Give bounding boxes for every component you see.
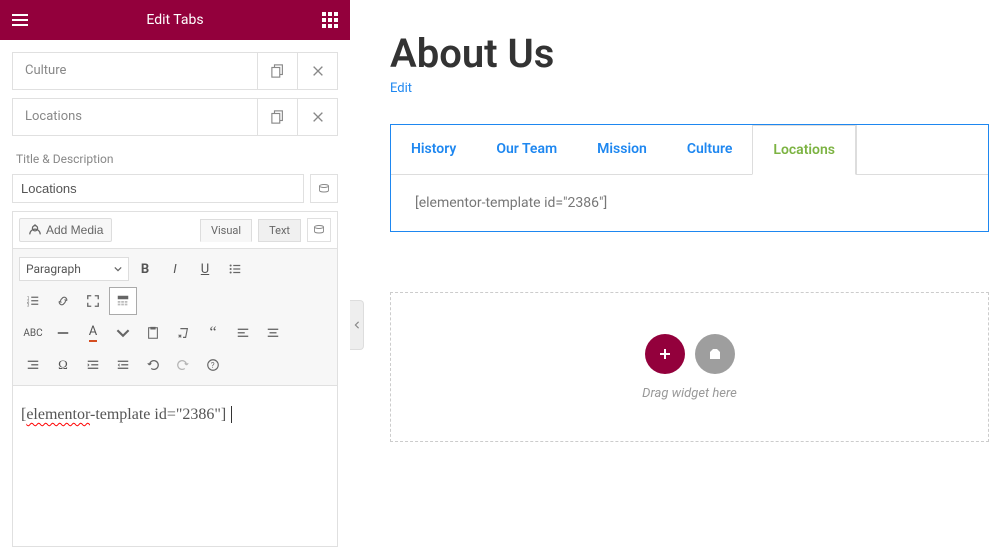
tab-item-locations[interactable]: Locations: [12, 98, 338, 136]
tab-item-label: Locations: [13, 99, 257, 135]
page-title: About Us: [390, 30, 989, 77]
format-select[interactable]: Paragraph: [19, 257, 129, 281]
add-media-label: Add Media: [46, 223, 103, 237]
bullet-list-icon[interactable]: [221, 255, 249, 283]
link-icon[interactable]: [49, 287, 77, 315]
undo-icon[interactable]: [139, 351, 167, 379]
preview-area: About Us Edit History Our Team Mission C…: [350, 0, 989, 556]
toolbar-toggle-icon[interactable]: [109, 287, 137, 315]
tab-locations[interactable]: Locations: [752, 125, 856, 175]
editor-content-area[interactable]: [elementor-template id="2386"]: [13, 386, 337, 546]
redo-icon[interactable]: [169, 351, 197, 379]
editor-toolbar: Paragraph B I U 123: [13, 249, 337, 386]
shortcode-text: [elementor-template id="2386"]: [21, 406, 232, 423]
title-input-row: [12, 174, 338, 203]
text-color-dropdown-icon[interactable]: [109, 319, 137, 347]
dynamic-tags-icon[interactable]: [307, 218, 331, 242]
italic-icon[interactable]: I: [161, 255, 189, 283]
dropzone-label: Drag widget here: [642, 386, 737, 401]
menu-icon[interactable]: [12, 12, 28, 28]
tab-history[interactable]: History: [391, 125, 476, 174]
svg-text:?: ?: [211, 361, 215, 370]
edit-link[interactable]: Edit: [390, 81, 412, 96]
blockquote-icon[interactable]: “: [199, 319, 227, 347]
special-char-icon[interactable]: Ω: [49, 351, 77, 379]
panel-header: Edit Tabs: [0, 0, 350, 40]
tab-item-culture[interactable]: Culture: [12, 52, 338, 90]
tab-item-label: Culture: [13, 53, 257, 89]
visual-tab[interactable]: Visual: [200, 219, 252, 242]
help-icon[interactable]: ?: [199, 351, 227, 379]
tabs-widget: History Our Team Mission Culture Locatio…: [390, 124, 989, 232]
bold-icon[interactable]: B: [131, 255, 159, 283]
close-icon[interactable]: [297, 53, 337, 89]
indent-icon[interactable]: [109, 351, 137, 379]
tab-empty: [856, 125, 988, 174]
dropzone-actions: [645, 334, 735, 374]
editor-panel: Edit Tabs Culture Locations Title & Desc…: [0, 0, 350, 556]
apps-icon[interactable]: [322, 12, 338, 28]
strikethrough-icon[interactable]: ABC: [19, 319, 47, 347]
tab-culture[interactable]: Culture: [667, 125, 753, 174]
align-center-icon[interactable]: [259, 319, 287, 347]
widget-dropzone[interactable]: Drag widget here: [390, 292, 989, 442]
editor-top-bar: Add Media Visual Text: [13, 212, 337, 249]
clear-formatting-icon[interactable]: [169, 319, 197, 347]
add-template-button[interactable]: [695, 334, 735, 374]
tabs-content: [elementor-template id="2386"]: [391, 175, 988, 231]
paste-text-icon[interactable]: [139, 319, 167, 347]
horizontal-rule-icon[interactable]: [49, 319, 77, 347]
section-label: Title & Description: [12, 144, 338, 174]
outdent-icon[interactable]: [79, 351, 107, 379]
duplicate-icon[interactable]: [257, 99, 297, 135]
tab-our-team[interactable]: Our Team: [476, 125, 577, 174]
format-select-label: Paragraph: [26, 262, 81, 276]
wysiwyg-editor: Add Media Visual Text Paragraph B I: [12, 211, 338, 547]
title-input[interactable]: [12, 174, 304, 203]
duplicate-icon[interactable]: [257, 53, 297, 89]
tabs-nav: History Our Team Mission Culture Locatio…: [391, 125, 988, 175]
text-color-icon[interactable]: A: [79, 319, 107, 347]
dynamic-tags-icon[interactable]: [310, 174, 338, 203]
close-icon[interactable]: [297, 99, 337, 135]
panel-title: Edit Tabs: [28, 12, 322, 28]
text-tab[interactable]: Text: [258, 219, 301, 242]
underline-icon[interactable]: U: [191, 255, 219, 283]
align-right-icon[interactable]: [19, 351, 47, 379]
fullscreen-icon[interactable]: [79, 287, 107, 315]
align-left-icon[interactable]: [229, 319, 257, 347]
panel-body: Culture Locations Title & Description: [0, 40, 350, 556]
tab-mission[interactable]: Mission: [577, 125, 667, 174]
add-section-button[interactable]: [645, 334, 685, 374]
numbered-list-icon[interactable]: 123: [19, 287, 47, 315]
svg-text:3: 3: [27, 303, 30, 308]
add-media-button[interactable]: Add Media: [19, 218, 112, 242]
